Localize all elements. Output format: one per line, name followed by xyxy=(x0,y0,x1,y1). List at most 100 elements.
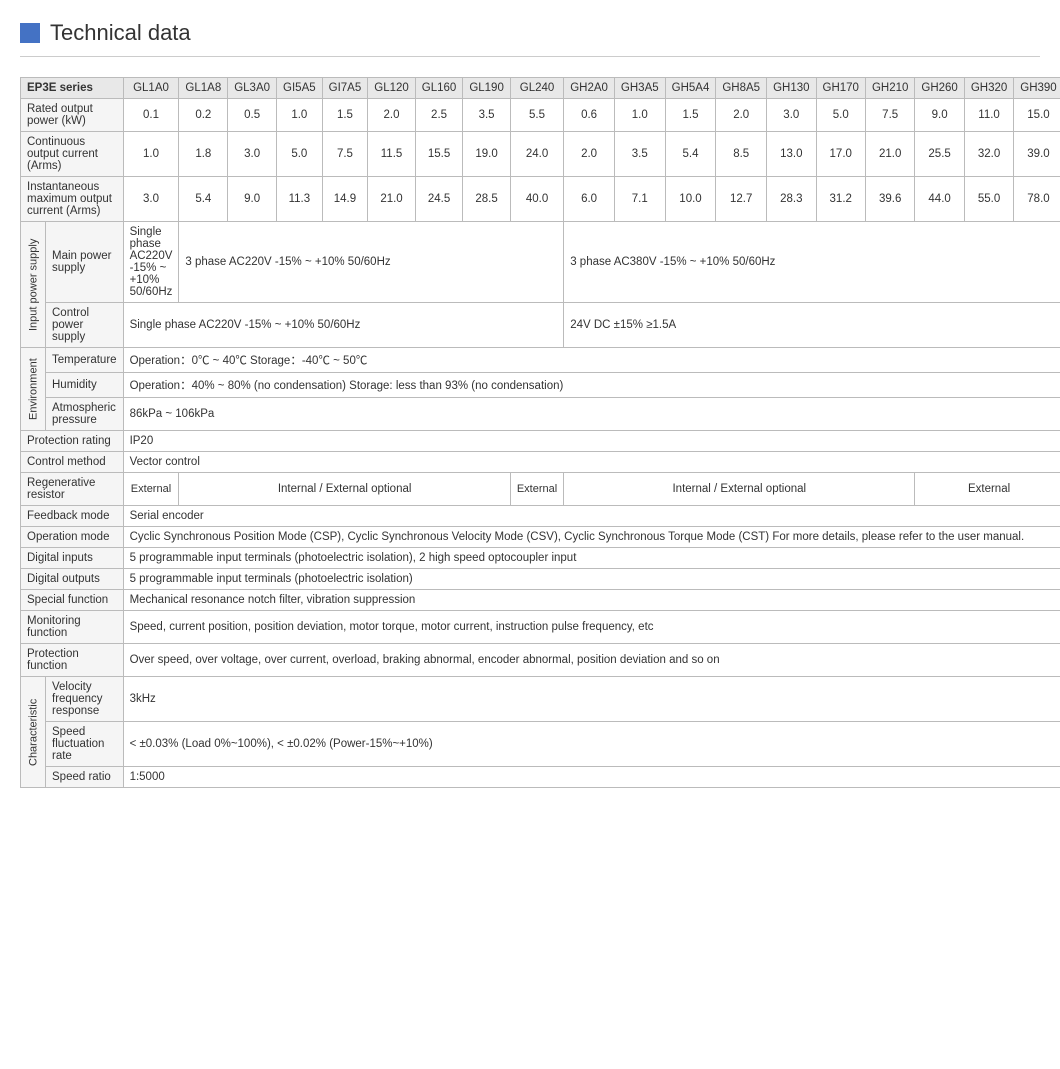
humidity-row: Humidity Operation：40% ~ 80% (no condens… xyxy=(21,373,1060,398)
col-gl120: GL120 xyxy=(368,78,416,99)
control-power-supply-row: Control power supply Single phase AC220V… xyxy=(21,303,1060,348)
rated-power-val-3: 1.0 xyxy=(277,99,323,132)
regen-internal-external-1: Internal / External optional xyxy=(179,473,510,506)
speed-ratio-row: Speed ratio 1:5000 xyxy=(21,767,1060,788)
col-gh320: GH320 xyxy=(964,78,1013,99)
rated-power-val-11: 1.5 xyxy=(665,99,716,132)
rated-power-val-15: 7.5 xyxy=(865,99,914,132)
col-gh170: GH170 xyxy=(816,78,865,99)
rated-power-val-4: 1.5 xyxy=(322,99,368,132)
speed-ratio-value: 1:5000 xyxy=(123,767,1060,788)
col-gl160: GL160 xyxy=(415,78,463,99)
rated-power-val-14: 5.0 xyxy=(816,99,865,132)
velocity-frequency-response-value: 3kHz xyxy=(123,677,1060,722)
protection-rating-value: IP20 xyxy=(123,431,1060,452)
col-gh2a0: GH2A0 xyxy=(564,78,615,99)
main-power-supply-row: Input power supply Main power supply Sin… xyxy=(21,222,1060,303)
rated-power-val-10: 1.0 xyxy=(614,99,665,132)
rated-power-val-16: 9.0 xyxy=(915,99,964,132)
rated-power-val-1: 0.2 xyxy=(179,99,228,132)
control-power-supply-dc: 24V DC ±15% ≥1.5A xyxy=(564,303,1060,348)
digital-inputs-value: 5 programmable input terminals (photoele… xyxy=(123,548,1060,569)
continuous-current-row: Continuous output current (Arms) 1.0 1.8… xyxy=(21,132,1060,177)
col-gh3a5: GH3A5 xyxy=(614,78,665,99)
col-gl240: GL240 xyxy=(510,78,563,99)
main-power-supply-label: Main power supply xyxy=(46,222,124,303)
page-title: Technical data xyxy=(50,20,191,46)
temperature-label: Temperature xyxy=(46,348,124,373)
characteristic-group-label: Characteristic xyxy=(21,677,46,788)
special-function-value: Mechanical resonance notch filter, vibra… xyxy=(123,590,1060,611)
rated-power-val-8: 5.5 xyxy=(510,99,563,132)
rated-power-val-0: 0.1 xyxy=(123,99,179,132)
regen-external-3: External xyxy=(915,473,1060,506)
col-gl1a8: GL1A8 xyxy=(179,78,228,99)
col-gh8a5: GH8A5 xyxy=(716,78,767,99)
regen-internal-external-2: Internal / External optional xyxy=(564,473,915,506)
protection-function-label: Protection function xyxy=(21,644,124,677)
header-row: EP3E series GL1A0 GL1A8 GL3A0 GI5A5 GI7A… xyxy=(21,78,1060,99)
digital-inputs-row: Digital inputs 5 programmable input term… xyxy=(21,548,1060,569)
control-power-supply-ac: Single phase AC220V -15% ~ +10% 50/60Hz xyxy=(123,303,564,348)
protection-rating-row: Protection rating IP20 xyxy=(21,431,1060,452)
col-gi5a5: GI5A5 xyxy=(277,78,323,99)
speed-fluctuation-rate-row: Speed fluctuation rate < ±0.03% (Load 0%… xyxy=(21,722,1060,767)
control-method-row: Control method Vector control xyxy=(21,452,1060,473)
environment-group-label: Environment xyxy=(21,348,46,431)
rated-power-row: Rated output power (kW) 0.1 0.2 0.5 1.0 … xyxy=(21,99,1060,132)
regen-external-1: External xyxy=(123,473,179,506)
regen-external-2: External xyxy=(510,473,563,506)
rated-power-val-12: 2.0 xyxy=(716,99,767,132)
operation-mode-row: Operation mode Cyclic Synchronous Positi… xyxy=(21,527,1060,548)
atmospheric-pressure-label: Atmospheric pressure xyxy=(46,398,124,431)
instantaneous-current-label: Instantaneous maximum output current (Ar… xyxy=(21,177,124,222)
instantaneous-current-row: Instantaneous maximum output current (Ar… xyxy=(21,177,1060,222)
col-gh260: GH260 xyxy=(915,78,964,99)
continuous-current-label: Continuous output current (Arms) xyxy=(21,132,124,177)
col-gl190: GL190 xyxy=(463,78,511,99)
title-area: Technical data xyxy=(20,20,1040,57)
digital-inputs-label: Digital inputs xyxy=(21,548,124,569)
rated-power-val-13: 3.0 xyxy=(767,99,816,132)
col-gh130: GH130 xyxy=(767,78,816,99)
monitoring-function-value: Speed, current position, position deviat… xyxy=(123,611,1060,644)
main-power-supply-3phase-220: 3 phase AC220V -15% ~ +10% 50/60Hz xyxy=(179,222,564,303)
digital-outputs-label: Digital outputs xyxy=(21,569,124,590)
protection-function-value: Over speed, over voltage, over current, … xyxy=(123,644,1060,677)
digital-outputs-row: Digital outputs 5 programmable input ter… xyxy=(21,569,1060,590)
atmospheric-pressure-row: Atmospheric pressure 86kPa ~ 106kPa xyxy=(21,398,1060,431)
operation-mode-label: Operation mode xyxy=(21,527,124,548)
col-gi7a5: GI7A5 xyxy=(322,78,368,99)
regenerative-resistor-row: Regenerative resistor External Internal … xyxy=(21,473,1060,506)
input-power-supply-group-label: Input power supply xyxy=(21,222,46,348)
humidity-value: Operation：40% ~ 80% (no condensation) St… xyxy=(123,373,1060,398)
feedback-mode-label: Feedback mode xyxy=(21,506,124,527)
feedback-mode-value: Serial encoder xyxy=(123,506,1060,527)
feedback-mode-row: Feedback mode Serial encoder xyxy=(21,506,1060,527)
speed-fluctuation-rate-label: Speed fluctuation rate xyxy=(46,722,124,767)
monitoring-function-label: Monitoring function xyxy=(21,611,124,644)
humidity-label: Humidity xyxy=(46,373,124,398)
control-power-supply-label: Control power supply xyxy=(46,303,124,348)
main-power-supply-3phase-380: 3 phase AC380V -15% ~ +10% 50/60Hz xyxy=(564,222,1060,303)
speed-fluctuation-rate-value: < ±0.03% (Load 0%~100%), < ±0.02% (Power… xyxy=(123,722,1060,767)
monitoring-function-row: Monitoring function Speed, current posit… xyxy=(21,611,1060,644)
rated-power-val-17: 11.0 xyxy=(964,99,1013,132)
main-power-supply-single-phase: Single phase AC220V -15% ~ +10% 50/60Hz xyxy=(123,222,179,303)
speed-ratio-label: Speed ratio xyxy=(46,767,124,788)
title-icon xyxy=(20,23,40,43)
col-gh5a4: GH5A4 xyxy=(665,78,716,99)
rated-power-val-5: 2.0 xyxy=(368,99,416,132)
rated-power-val-9: 0.6 xyxy=(564,99,615,132)
col-gl3a0: GL3A0 xyxy=(228,78,277,99)
col-gl1a0: GL1A0 xyxy=(123,78,179,99)
velocity-frequency-response-row: Characteristic Velocity frequency respon… xyxy=(21,677,1060,722)
digital-outputs-value: 5 programmable input terminals (photoele… xyxy=(123,569,1060,590)
rated-power-val-6: 2.5 xyxy=(415,99,463,132)
special-function-label: Special function xyxy=(21,590,124,611)
rated-power-val-2: 0.5 xyxy=(228,99,277,132)
technical-data-table: EP3E series GL1A0 GL1A8 GL3A0 GI5A5 GI7A… xyxy=(20,77,1060,788)
regenerative-resistor-label: Regenerative resistor xyxy=(21,473,124,506)
rated-power-val-18: 15.0 xyxy=(1014,99,1060,132)
col-gh210: GH210 xyxy=(865,78,914,99)
